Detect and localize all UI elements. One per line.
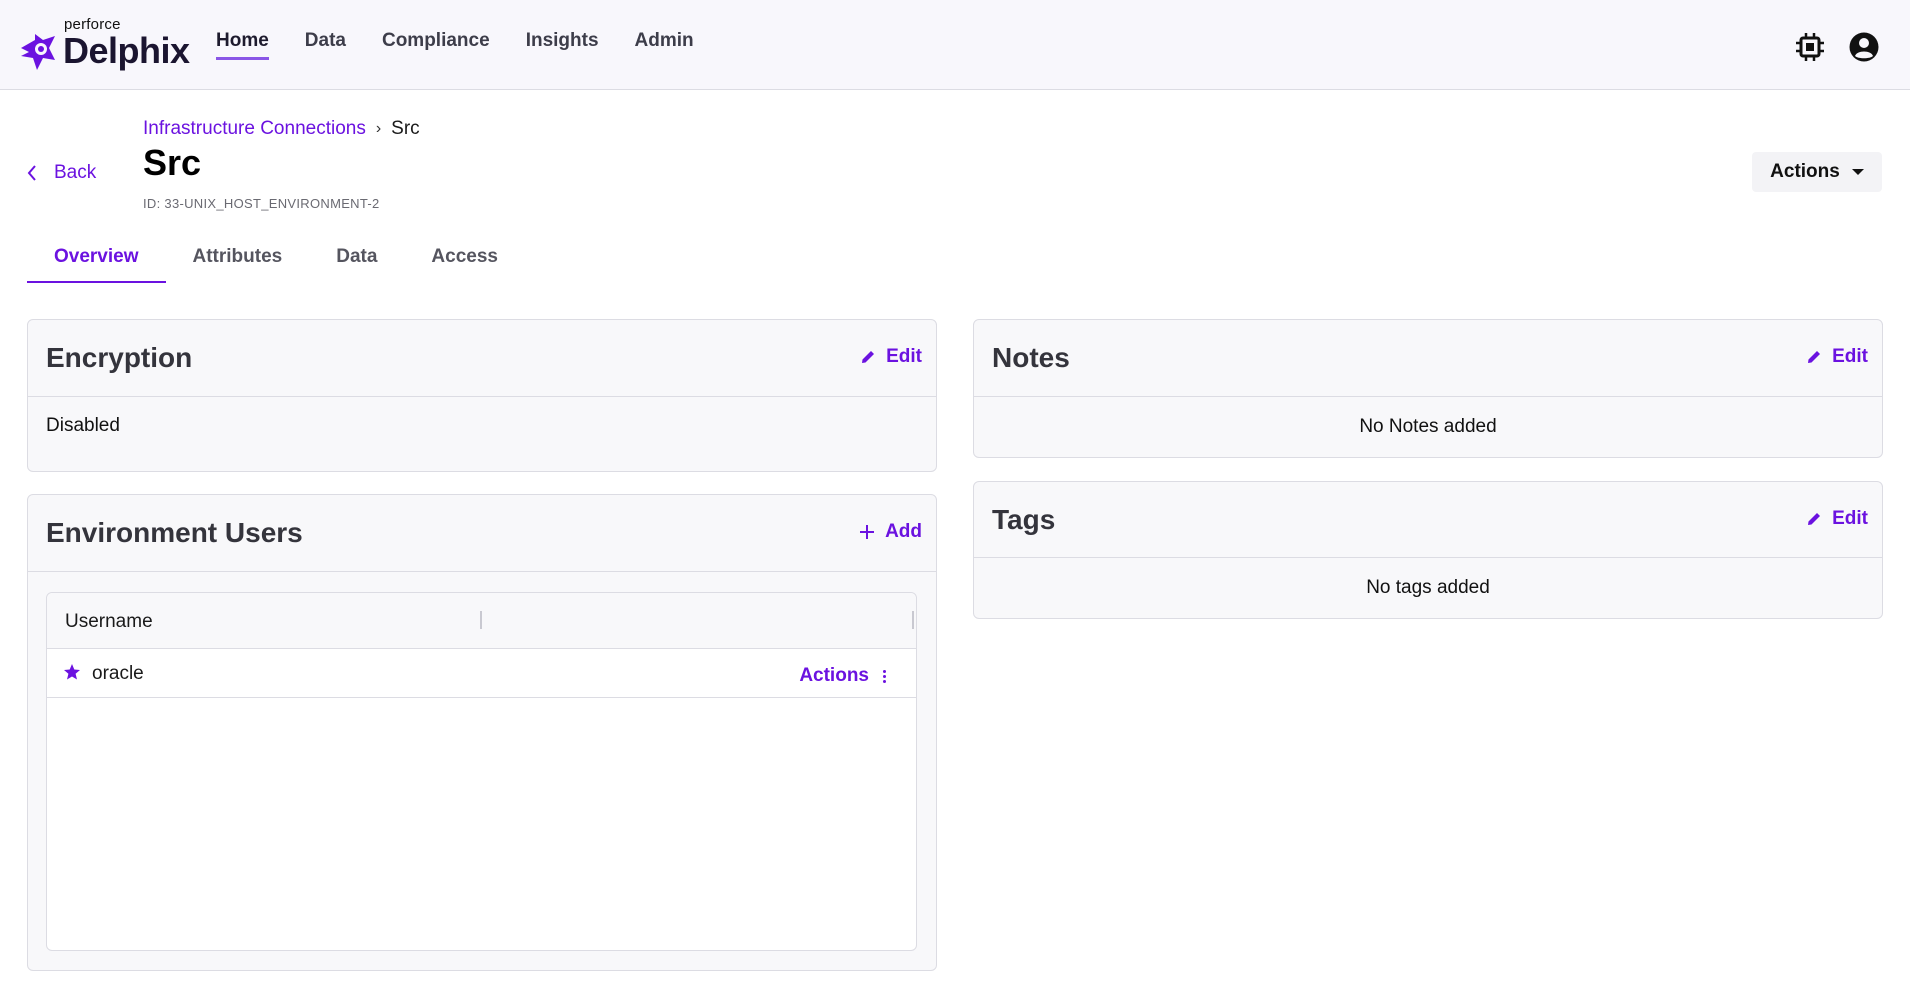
tags-title: Tags — [992, 504, 1056, 535]
encryption-card-header: Encryption Edit — [28, 320, 936, 397]
chevron-left-icon — [27, 165, 36, 181]
tab-access[interactable]: Access — [404, 240, 525, 283]
tab-data[interactable]: Data — [309, 240, 404, 283]
table-header-row: Username — [47, 593, 916, 649]
environment-users-header: Environment Users Add — [28, 495, 936, 572]
nav-item-admin[interactable]: Admin — [635, 30, 694, 60]
plus-icon — [860, 525, 875, 539]
notes-empty-text: No Notes added — [1359, 416, 1497, 437]
tags-edit-button[interactable]: Edit — [1806, 508, 1868, 530]
encryption-card: Encryption Edit Disabled — [27, 319, 937, 472]
tags-card-header: Tags Edit — [974, 482, 1882, 558]
notes-edit-label: Edit — [1832, 346, 1868, 367]
notes-card-header: Notes Edit — [974, 320, 1882, 397]
main-nav: Home Data Compliance Insights Admin — [216, 30, 730, 60]
add-user-label: Add — [885, 521, 922, 542]
username-cell: oracle — [92, 663, 144, 684]
star-icon — [64, 664, 80, 680]
top-navigation-bar: perforce Delphix Home Data Compliance In… — [0, 0, 1910, 90]
nav-item-data[interactable]: Data — [305, 30, 346, 60]
environment-id: ID: 33-UNIX_HOST_ENVIRONMENT-2 — [143, 196, 380, 211]
notes-card: Notes Edit No Notes added — [973, 319, 1883, 458]
nav-item-compliance[interactable]: Compliance — [382, 30, 490, 60]
actions-dropdown-button[interactable]: Actions — [1752, 152, 1882, 192]
more-vertical-icon — [883, 669, 886, 683]
environment-users-title: Environment Users — [46, 517, 303, 548]
tags-empty-text: No tags added — [1366, 577, 1490, 598]
nav-item-insights[interactable]: Insights — [526, 30, 599, 60]
tab-attributes[interactable]: Attributes — [166, 240, 310, 283]
environment-users-card: Environment Users Add Username oracle Ac… — [27, 494, 937, 971]
tab-bar: Overview Attributes Data Access — [27, 240, 525, 283]
encryption-value: Disabled — [46, 415, 120, 436]
row-actions-label: Actions — [799, 665, 869, 686]
tab-overview[interactable]: Overview — [27, 240, 166, 283]
back-label: Back — [54, 162, 97, 183]
breadcrumb: Infrastructure Connections › Src — [143, 118, 420, 140]
encryption-edit-label: Edit — [886, 346, 922, 367]
chevron-right-icon: › — [375, 120, 382, 137]
tags-edit-label: Edit — [1832, 508, 1868, 529]
column-resize-handle[interactable] — [480, 611, 482, 629]
pencil-icon — [1808, 351, 1821, 363]
column-resize-handle[interactable] — [912, 611, 914, 629]
back-button[interactable]: Back — [26, 162, 96, 184]
pencil-icon — [1808, 513, 1821, 525]
breadcrumb-parent-link[interactable]: Infrastructure Connections — [143, 118, 366, 140]
pencil-icon — [862, 351, 875, 363]
page-title: Src — [143, 142, 202, 183]
nav-item-home[interactable]: Home — [216, 30, 269, 60]
encryption-title: Encryption — [46, 342, 193, 373]
caret-down-icon — [1851, 169, 1864, 175]
add-user-button[interactable]: Add — [859, 521, 922, 543]
delphix-logo[interactable]: perforce Delphix — [17, 16, 190, 76]
tags-card: Tags Edit No tags added — [973, 481, 1883, 619]
chip-icon[interactable] — [1795, 32, 1825, 62]
encryption-edit-button[interactable]: Edit — [860, 346, 922, 368]
breadcrumb-current: Src — [391, 118, 420, 139]
environment-users-table: Username oracle Actions — [46, 592, 917, 951]
table-row: oracle Actions — [47, 649, 916, 698]
brand-name: Delphix — [63, 30, 190, 71]
actions-label: Actions — [1770, 161, 1840, 182]
column-header-username[interactable]: Username — [65, 611, 153, 633]
notes-title: Notes — [992, 342, 1070, 373]
row-actions-menu[interactable]: Actions — [799, 665, 886, 687]
delphix-logo-icon — [21, 34, 55, 70]
user-account-icon[interactable] — [1849, 32, 1879, 62]
notes-edit-button[interactable]: Edit — [1806, 346, 1868, 368]
